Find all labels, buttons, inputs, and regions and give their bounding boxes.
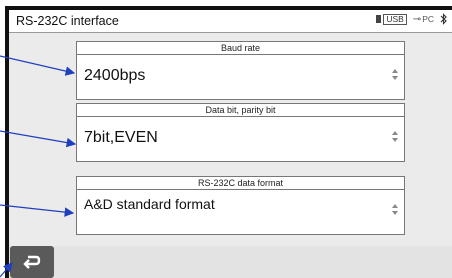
baud-rate-label: Baud rate (76, 41, 405, 54)
spinner-icon[interactable] (391, 131, 398, 147)
status-icons: USB ⊸ PC (376, 13, 448, 25)
return-arrow-icon (23, 255, 41, 269)
baud-rate-select[interactable]: 2400bps (76, 54, 405, 100)
back-button[interactable] (10, 246, 54, 278)
title-bar: RS-232C interface USB ⊸ PC (9, 10, 452, 33)
device-screen: RS-232C interface USB ⊸ PC Baud rate 2400… (5, 6, 452, 278)
data-format-select[interactable]: A&D standard format (76, 189, 405, 235)
spinner-icon[interactable] (391, 69, 398, 85)
baud-rate-value: 2400bps (84, 67, 146, 84)
data-format-field[interactable]: RS-232C data format A&D standard format (76, 176, 405, 235)
data-bit-parity-select[interactable]: 7bit,EVEN (76, 116, 405, 162)
bottom-bar (9, 246, 452, 278)
data-format-label: RS-232C data format (76, 176, 405, 189)
data-bit-parity-label: Data bit, parity bit (76, 103, 405, 116)
spinner-icon[interactable] (391, 204, 398, 220)
baud-rate-field[interactable]: Baud rate 2400bps (76, 41, 405, 100)
usb-icon: USB (376, 13, 407, 25)
page-title: RS-232C interface (16, 14, 119, 28)
bluetooth-icon (440, 13, 448, 25)
pc-plug-icon: ⊸ PC (412, 13, 434, 25)
data-bit-parity-value: 7bit,EVEN (84, 129, 158, 146)
data-format-value: A&D standard format (84, 196, 215, 212)
data-bit-parity-field[interactable]: Data bit, parity bit 7bit,EVEN (76, 103, 405, 162)
